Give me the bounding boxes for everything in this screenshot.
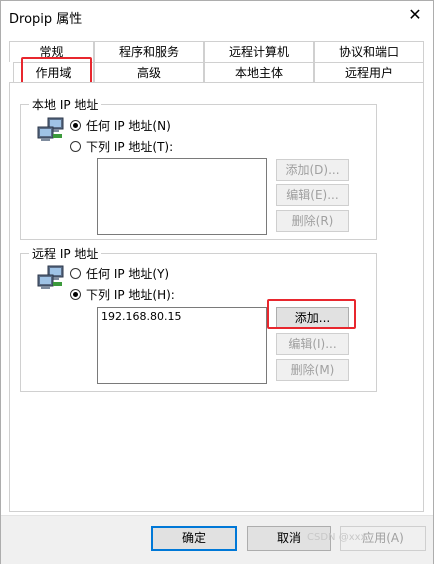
local-any-ip-label: 任何 IP 地址(N) [86, 119, 171, 133]
local-any-ip-radio[interactable]: 任何 IP 地址(N) [70, 117, 171, 134]
remote-any-ip-radio[interactable]: 任何 IP 地址(Y) [70, 265, 169, 282]
remote-delete-button[interactable]: 删除(M) [276, 359, 349, 381]
tab-advanced[interactable]: 高级 [94, 62, 204, 83]
radio-icon [70, 268, 81, 279]
local-add-button[interactable]: 添加(D)... [276, 159, 349, 181]
local-delete-button[interactable]: 删除(R) [276, 210, 349, 232]
remote-edit-button[interactable]: 编辑(I)... [276, 333, 349, 355]
watermark-text: CSDN @xxx [307, 532, 367, 543]
tab-local-principals[interactable]: 本地主体 [204, 62, 314, 83]
local-edit-button[interactable]: 编辑(E)... [276, 184, 349, 206]
network-computers-icon [37, 265, 64, 289]
local-list-ip-radio[interactable]: 下列 IP 地址(T): [70, 138, 173, 155]
tab-remote-computers[interactable]: 远程计算机 [204, 41, 314, 62]
remote-list-ip-label: 下列 IP 地址(H): [86, 288, 175, 302]
tab-programs-services[interactable]: 程序和服务 [94, 41, 204, 62]
scope-panel: 本地 IP 地址 任何 IP 地址(N) 下列 IP 地址(T): 添加(D).… [9, 82, 424, 512]
network-computers-icon [37, 117, 64, 141]
remote-any-ip-label: 任何 IP 地址(Y) [86, 267, 170, 281]
tab-remote-users[interactable]: 远程用户 [314, 62, 424, 83]
button-bar: 确定 取消 应用(A) [1, 515, 433, 564]
radio-icon [70, 141, 81, 152]
ok-button[interactable]: 确定 [151, 526, 237, 551]
title-bar: Dropip 属性 ✕ [1, 1, 433, 31]
tab-protocols-ports[interactable]: 协议和端口 [314, 41, 424, 62]
scope-tab-highlight [21, 57, 92, 85]
local-ip-listbox[interactable] [97, 158, 267, 235]
radio-icon [70, 289, 81, 300]
add-button-highlight [267, 299, 356, 329]
local-ip-group-label: 本地 IP 地址 [29, 96, 102, 113]
remote-ip-entry[interactable]: 192.168.80.15 [101, 310, 263, 323]
properties-window: Dropip 属性 ✕ 常规 程序和服务 远程计算机 协议和端口 作用域 高级 … [0, 0, 434, 564]
window-title: Dropip 属性 [9, 12, 83, 27]
remote-ip-group-label: 远程 IP 地址 [29, 245, 102, 262]
local-ip-group: 本地 IP 地址 任何 IP 地址(N) 下列 IP 地址(T): 添加(D).… [20, 96, 377, 240]
local-list-ip-label: 下列 IP 地址(T): [86, 140, 174, 154]
remote-list-ip-radio[interactable]: 下列 IP 地址(H): [70, 286, 175, 303]
remote-ip-listbox[interactable]: 192.168.80.15 [97, 307, 267, 384]
close-icon[interactable]: ✕ [403, 4, 427, 26]
radio-icon [70, 120, 81, 131]
